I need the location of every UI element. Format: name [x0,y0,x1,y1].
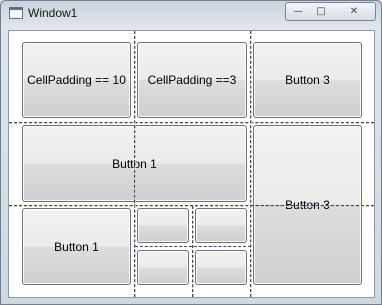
grid-line-right-mid [251,205,374,206]
button-1-bottom-label: Button 1 [54,239,99,254]
button-3-top[interactable]: Button 3 [253,42,362,118]
cellpadding-10-button[interactable]: CellPadding == 10 [22,42,131,118]
window-title: Window1 [28,6,78,20]
nested-grid-line-vertical-alt [193,206,194,297]
maximize-button[interactable]: □ [309,2,334,21]
close-button[interactable]: ✕ [333,2,376,21]
grid-line-horizontal-1-alt [9,123,374,124]
nested-button-3[interactable] [137,250,189,285]
grid-client-area: CellPadding == 10 CellPadding ==3 Button… [8,30,375,298]
application-window: Window1 — □ ✕ CellPadding == 10 CellPadd… [0,0,382,305]
button-1-bottom[interactable]: Button 1 [22,208,131,285]
nested-button-4[interactable] [195,250,247,285]
title-bar[interactable]: Window1 — □ ✕ [1,1,381,27]
cellpadding-3-button[interactable]: CellPadding ==3 [137,42,247,118]
grid-line-vertical-2-alt [251,31,252,297]
nested-button-2[interactable] [195,208,247,243]
nested-button-1[interactable] [137,208,189,243]
window-app-icon [9,7,23,19]
grid-line-vertical-1-alt [135,31,136,297]
minimize-button[interactable]: — [285,2,311,21]
